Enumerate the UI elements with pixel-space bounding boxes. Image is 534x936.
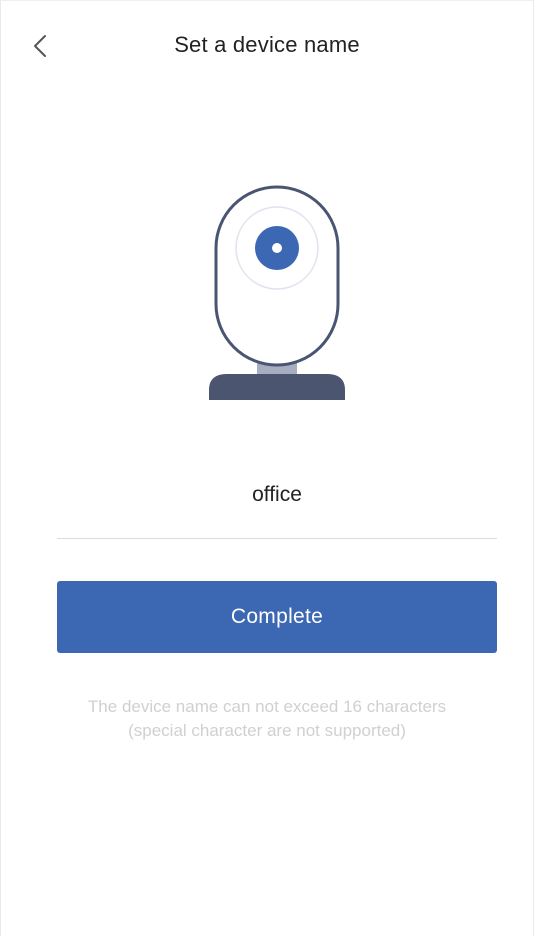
header: Set a device name [1, 1, 533, 91]
complete-button-label: Complete [230, 605, 324, 628]
camera-base [209, 374, 345, 400]
set-device-name-screen: Set a device name Complete The device na… [0, 0, 534, 936]
camera-lens-dot [272, 243, 282, 253]
name-rules-hint: The device name can not exceed 16 charac… [1, 695, 533, 743]
device-name-field [57, 467, 497, 539]
camera-icon [209, 185, 345, 400]
camera-body [214, 185, 340, 367]
hint-line-2: (special character are not supported) [128, 721, 406, 740]
hint-line-1: The device name can not exceed 16 charac… [87, 697, 447, 716]
device-name-input[interactable] [57, 475, 497, 515]
complete-button[interactable]: Complete [57, 581, 497, 653]
page-title: Set a device name [174, 32, 360, 57]
